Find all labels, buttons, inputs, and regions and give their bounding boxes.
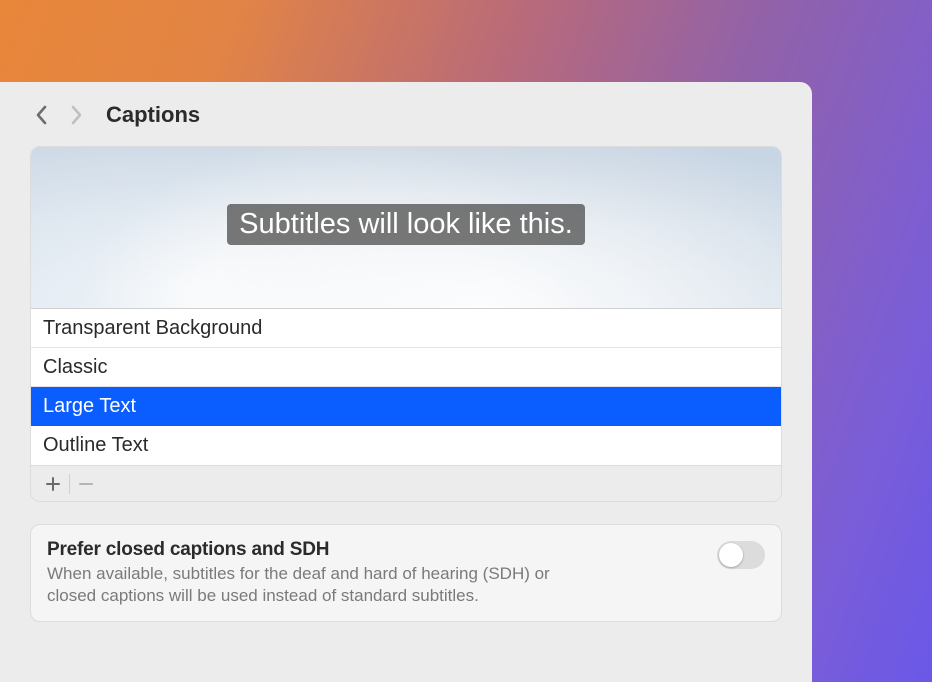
plus-icon — [45, 476, 61, 492]
remove-style-button[interactable] — [72, 470, 100, 498]
style-item-outline-text[interactable]: Outline Text — [31, 426, 781, 465]
style-item-classic[interactable]: Classic — [31, 348, 781, 387]
chevron-left-icon — [35, 105, 49, 125]
back-button[interactable] — [30, 103, 54, 127]
page-title: Captions — [106, 102, 200, 128]
title-row: Captions — [30, 102, 782, 128]
captions-panel: Subtitles will look like this. Transpare… — [30, 146, 782, 502]
settings-window: Captions Subtitles will look like this. … — [0, 82, 812, 682]
toggle-description: When available, subtitles for the deaf a… — [47, 563, 587, 607]
add-style-button[interactable] — [39, 470, 67, 498]
subtitle-sample-text: Subtitles will look like this. — [227, 204, 585, 245]
subtitle-preview: Subtitles will look like this. — [31, 147, 781, 309]
style-item-label: Transparent Background — [43, 317, 262, 340]
forward-button[interactable] — [64, 103, 88, 127]
style-item-label: Classic — [43, 356, 107, 379]
prefer-sdh-row: Prefer closed captions and SDH When avai… — [30, 524, 782, 622]
style-item-label: Large Text — [43, 395, 136, 418]
separator — [69, 474, 70, 494]
prefer-sdh-text: Prefer closed captions and SDH When avai… — [47, 539, 699, 607]
toggle-label: Prefer closed captions and SDH — [47, 539, 699, 561]
style-list: Transparent Background Classic Large Tex… — [31, 309, 781, 465]
minus-icon — [78, 476, 94, 492]
desktop-background: Captions Subtitles will look like this. … — [0, 0, 932, 682]
list-footer — [31, 465, 781, 501]
prefer-sdh-toggle[interactable] — [717, 541, 765, 569]
style-item-label: Outline Text — [43, 434, 148, 457]
toggle-knob — [719, 543, 743, 567]
style-item-transparent-background[interactable]: Transparent Background — [31, 309, 781, 348]
chevron-right-icon — [69, 105, 83, 125]
style-item-large-text[interactable]: Large Text — [31, 387, 781, 426]
